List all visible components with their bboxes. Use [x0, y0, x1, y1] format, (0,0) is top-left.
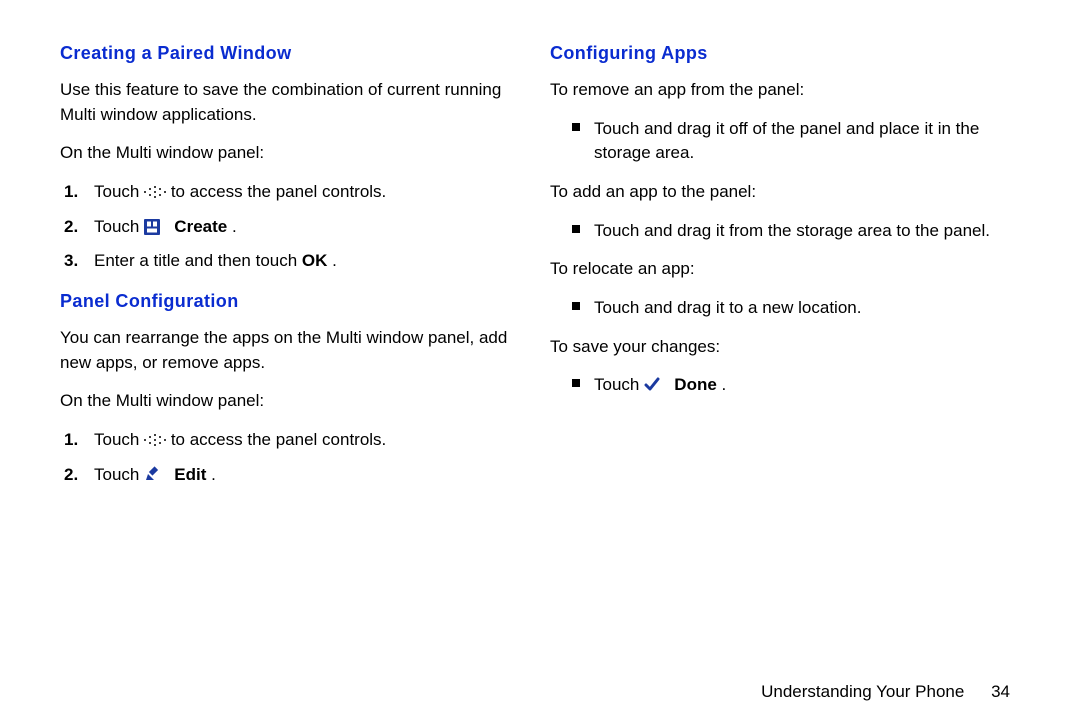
text: Enter a title and then touch [94, 251, 302, 270]
text: to access the panel controls. [171, 430, 386, 449]
list-item: Touch and drag it to a new location. [590, 296, 1020, 321]
paragraph: Use this feature to save the combination… [60, 78, 530, 127]
text: . [722, 375, 727, 394]
list-item: Touch Done . [590, 373, 1020, 398]
ok-label: OK [302, 251, 328, 270]
right-column: Configuring Apps To remove an app from t… [540, 40, 1030, 710]
left-column: Creating a Paired Window Use this featur… [50, 40, 540, 710]
list-item: Enter a title and then touch OK . [86, 249, 530, 274]
paragraph: You can rearrange the apps on the Multi … [60, 326, 530, 375]
paragraph: To save your changes: [550, 335, 1020, 360]
create-label: Create [174, 217, 227, 236]
bullet-list: Touch and drag it off of the panel and p… [550, 117, 1020, 166]
text: Touch [94, 430, 144, 449]
list-item: Touch and drag it off of the panel and p… [590, 117, 1020, 166]
text: Touch [94, 465, 144, 484]
heading-creating-paired-window: Creating a Paired Window [60, 40, 530, 66]
list-item: Touch Create . [86, 215, 530, 240]
heading-panel-configuration: Panel Configuration [60, 288, 530, 314]
list-item: Touch to access the panel controls. [86, 180, 530, 205]
paragraph: To relocate an app: [550, 257, 1020, 282]
panel-controls-icon [144, 186, 166, 198]
text [165, 217, 170, 236]
panel-controls-icon [144, 434, 166, 446]
list-item: Touch and drag it from the storage area … [590, 219, 1020, 244]
page-number: 34 [991, 682, 1010, 701]
ordered-list: Touch to access the panel controls. Touc… [60, 428, 530, 487]
bullet-list: Touch and drag it from the storage area … [550, 219, 1020, 244]
done-label: Done [674, 375, 717, 394]
create-icon [144, 219, 160, 235]
page-footer: Understanding Your Phone 34 [761, 682, 1010, 702]
footer-section-title: Understanding Your Phone [761, 682, 964, 701]
paragraph: On the Multi window panel: [60, 389, 530, 414]
done-icon [644, 375, 660, 391]
text [165, 465, 170, 484]
text: . [332, 251, 337, 270]
text: Touch [94, 182, 144, 201]
bullet-list: Touch Done . [550, 373, 1020, 398]
edit-icon [144, 465, 160, 481]
ordered-list: Touch to access the panel controls. Touc… [60, 180, 530, 274]
text: . [211, 465, 216, 484]
text: Touch [594, 375, 644, 394]
edit-label: Edit [174, 465, 206, 484]
text: . [232, 217, 237, 236]
heading-configuring-apps: Configuring Apps [550, 40, 1020, 66]
paragraph: To remove an app from the panel: [550, 78, 1020, 103]
text: Touch [94, 217, 144, 236]
manual-page: Creating a Paired Window Use this featur… [0, 0, 1080, 720]
list-item: Touch to access the panel controls. [86, 428, 530, 453]
paragraph: To add an app to the panel: [550, 180, 1020, 205]
text [665, 375, 670, 394]
paragraph: On the Multi window panel: [60, 141, 530, 166]
bullet-list: Touch and drag it to a new location. [550, 296, 1020, 321]
list-item: Touch Edit . [86, 463, 530, 488]
text: to access the panel controls. [171, 182, 386, 201]
